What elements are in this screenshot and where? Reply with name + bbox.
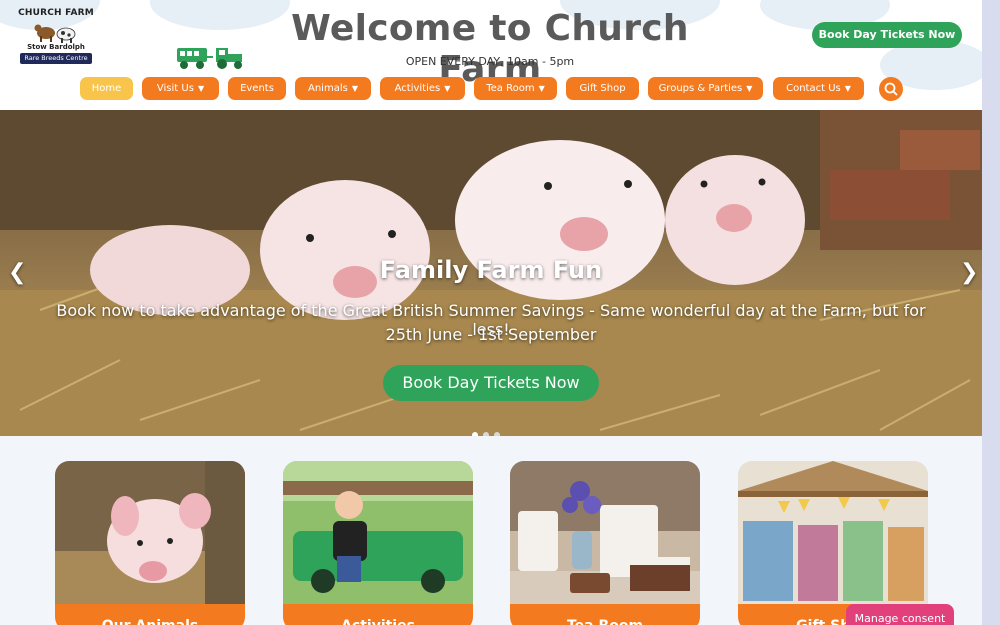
nav-item-label: Contact Us <box>786 83 841 94</box>
card-gift-shop[interactable]: Gift Shop <box>738 461 928 625</box>
card-activities[interactable]: Activities <box>283 461 473 625</box>
hero-date-range: 25th June - 1st September <box>385 325 597 344</box>
nav-item-activities[interactable]: Activities ▼ <box>380 77 465 100</box>
chevron-left-icon: ❮ <box>8 260 27 285</box>
card-label: Activities <box>283 604 473 625</box>
card-label: Our Animals <box>55 604 245 625</box>
nav-item-contact-us[interactable]: Contact Us ▼ <box>773 77 864 100</box>
chevron-down-icon: ▼ <box>444 84 451 93</box>
nav-item-events[interactable]: Events <box>228 77 286 100</box>
nav-item-label: Animals <box>308 83 348 94</box>
page-edge-strip <box>982 0 1000 625</box>
slider-dots <box>472 423 505 436</box>
cloud-decoration <box>150 0 290 30</box>
search-button[interactable] <box>879 77 903 101</box>
card-image-tea-room <box>510 461 700 604</box>
site-logo[interactable]: CHURCH FARM Stow Bardolph Rare Breeds Ce… <box>18 8 94 64</box>
logo-badge: Rare Breeds Centre <box>20 53 92 64</box>
book-tickets-button[interactable]: Book Day Tickets Now <box>812 22 962 48</box>
card-label: Tea Room <box>510 604 700 625</box>
card-tea-room[interactable]: Tea Room <box>510 461 700 625</box>
nav-item-groups-parties[interactable]: Groups & Parties ▼ <box>648 77 763 100</box>
hero-book-tickets-button[interactable]: Book Day Tickets Now <box>383 365 599 401</box>
card-image-piglet <box>55 461 245 604</box>
card-our-animals[interactable]: Our Animals <box>55 461 245 625</box>
nav-item-label: Gift Shop <box>579 83 626 94</box>
nav-item-gift-shop[interactable]: Gift Shop <box>566 77 639 100</box>
chevron-down-icon: ▼ <box>844 84 851 93</box>
chevron-right-icon: ❯ <box>960 260 979 285</box>
site-header: CHURCH FARM Stow Bardolph Rare Breeds Ce… <box>0 0 982 110</box>
search-icon <box>884 82 898 96</box>
opening-hours: OPEN EVERY DAY, 10am - 5pm <box>405 55 575 68</box>
nav-item-label: Groups & Parties <box>658 83 743 94</box>
nav-item-animals[interactable]: Animals ▼ <box>295 77 371 100</box>
nav-item-label: Home <box>91 83 122 94</box>
feature-cards: Our Animals Activities <box>0 436 982 625</box>
logo-subtitle: Stow Bardolph <box>27 43 85 51</box>
slider-prev-button[interactable]: ❮ <box>8 260 26 285</box>
nav-item-tea-room[interactable]: Tea Room ▼ <box>474 77 557 100</box>
manage-consent-button[interactable]: Manage consent <box>846 604 954 625</box>
chevron-down-icon: ▼ <box>746 84 753 93</box>
card-image-gift-shop <box>738 461 928 604</box>
nav-item-label: Activities <box>394 83 441 94</box>
chevron-down-icon: ▼ <box>351 84 358 93</box>
hero-slider: ❮ ❯ Family Farm Fun Book now to take adv… <box>0 110 982 436</box>
nav-item-label: Tea Room <box>486 83 535 94</box>
nav-item-label: Events <box>240 83 274 94</box>
nav-item-visit-us[interactable]: Visit Us ▼ <box>142 77 219 100</box>
chevron-down-icon: ▼ <box>538 84 545 93</box>
nav-item-home[interactable]: Home <box>80 77 133 100</box>
hero-title: Family Farm Fun <box>379 256 603 284</box>
logo-title: CHURCH FARM <box>18 8 94 18</box>
nav-item-label: Visit Us <box>156 83 194 94</box>
slider-next-button[interactable]: ❯ <box>960 260 978 285</box>
card-image-tractor-ride <box>283 461 473 604</box>
chevron-down-icon: ▼ <box>197 84 205 93</box>
logo-animals-icon <box>34 24 76 43</box>
tractor-trailer-icon <box>177 48 242 69</box>
